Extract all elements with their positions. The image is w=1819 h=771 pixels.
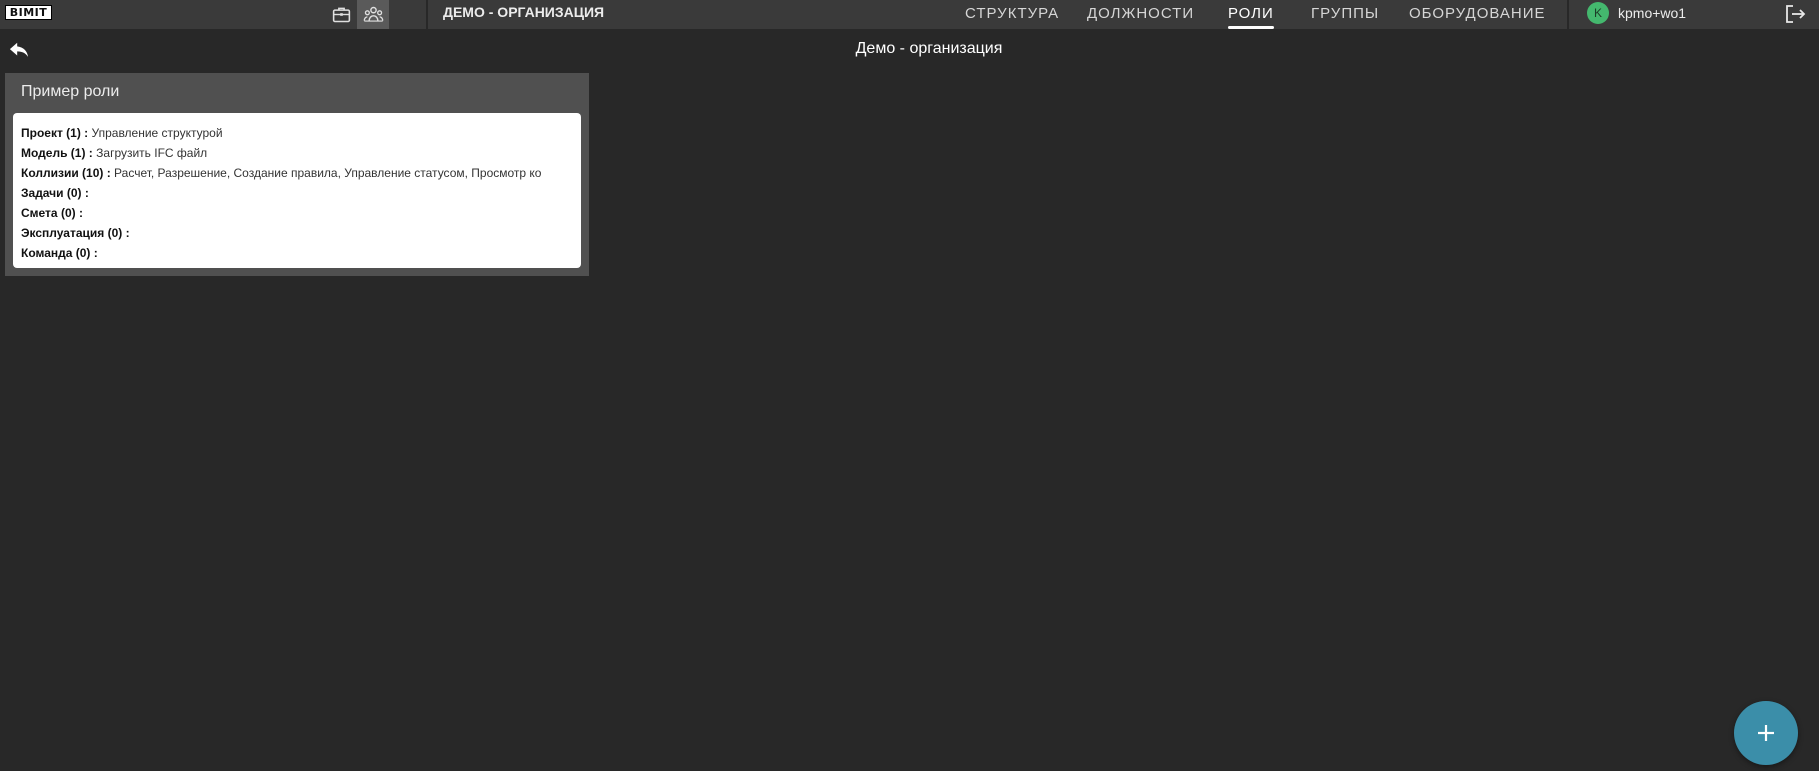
permission-row: Смета (0) :	[21, 203, 573, 223]
role-title: Пример роли	[21, 83, 120, 100]
plus-icon	[1758, 725, 1774, 741]
tab-roles[interactable]: РОЛИ	[1228, 0, 1274, 29]
logout-button[interactable]	[1783, 2, 1807, 26]
people-icon	[363, 6, 383, 22]
permission-label: Команда (0) :	[21, 246, 98, 260]
permission-value: Загрузить IFC файл	[96, 146, 208, 160]
permission-row: Задачи (0) :	[21, 183, 573, 203]
role-permissions: Проект (1) : Управление структурой Модел…	[13, 113, 581, 268]
permission-label: Задачи (0) :	[21, 186, 89, 200]
briefcase-icon	[332, 7, 350, 23]
topbar-divider	[426, 0, 428, 29]
tab-structure[interactable]: СТРУКТУРА	[965, 0, 1059, 27]
app-logo[interactable]: BIMIT	[5, 5, 52, 20]
permission-row: Проект (1) : Управление структурой	[21, 123, 573, 143]
top-bar: BIMIT ДЕМО - ОРГАНИЗАЦИЯ СТРУКТУРА ДОЛЖН…	[0, 0, 1819, 29]
permission-row: Команда (0) :	[21, 243, 573, 263]
reply-arrow-icon	[9, 42, 29, 57]
permission-value: Управление структурой	[91, 126, 223, 140]
permission-label: Эксплуатация (0) :	[21, 226, 130, 240]
tab-equipment[interactable]: ОБОРУДОВАНИЕ	[1409, 0, 1546, 27]
permission-label: Коллизии (10) :	[21, 166, 111, 180]
permission-value: Расчет, Разрешение, Создание правила, Уп…	[114, 166, 542, 180]
user-name: kpmo+wo1	[1618, 5, 1687, 21]
permission-row: Эксплуатация (0) :	[21, 223, 573, 243]
role-card[interactable]: Пример роли Проект (1) : Управление стру…	[5, 73, 589, 276]
people-mode-button[interactable]	[357, 0, 389, 29]
tab-positions[interactable]: ДОЛЖНОСТИ	[1087, 0, 1194, 27]
permission-row: Коллизии (10) : Расчет, Разрешение, Созд…	[21, 163, 573, 183]
page-title: Демо - организация	[855, 40, 1003, 57]
permission-row: Модель (1) : Загрузить IFC файл	[21, 143, 573, 163]
logout-icon	[1786, 5, 1806, 23]
tab-groups[interactable]: ГРУППЫ	[1311, 0, 1379, 27]
avatar: K	[1587, 2, 1609, 24]
topbar-divider	[1567, 0, 1569, 29]
permission-label: Смета (0) :	[21, 206, 83, 220]
organization-title[interactable]: ДЕМО - ОРГАНИЗАЦИЯ	[443, 0, 604, 25]
user-menu[interactable]: K kpmo+wo1	[1587, 2, 1686, 24]
permission-label: Модель (1) :	[21, 146, 93, 160]
permission-label: Проект (1) :	[21, 126, 89, 140]
add-role-button[interactable]	[1734, 701, 1798, 765]
back-button[interactable]	[8, 40, 30, 60]
work-mode-button[interactable]	[325, 0, 357, 29]
